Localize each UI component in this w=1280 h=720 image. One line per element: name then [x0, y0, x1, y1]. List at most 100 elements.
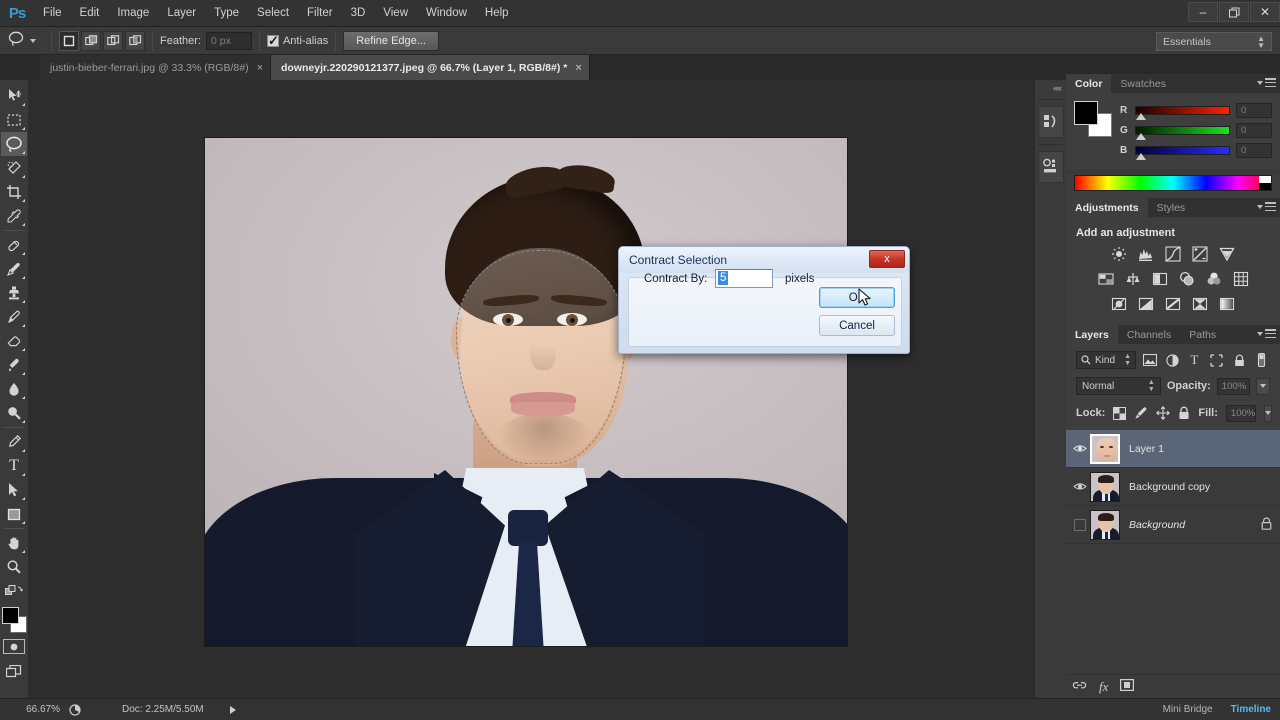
minimize-button[interactable]: –	[1188, 2, 1218, 22]
chevron-down-icon[interactable]	[30, 38, 36, 43]
foreground-color-swatch[interactable]	[1074, 101, 1098, 125]
layer-filter-kind-select[interactable]: Kind ▲ ▼	[1076, 351, 1137, 369]
channel-mixer-icon[interactable]	[1205, 270, 1223, 288]
menu-item-window[interactable]: Window	[417, 0, 476, 27]
slider-thumb[interactable]	[1136, 113, 1146, 120]
contract-by-input[interactable]: 5	[715, 269, 773, 288]
layer-name[interactable]: Layer 1	[1129, 443, 1164, 455]
layer-visibility-toggle[interactable]	[1070, 481, 1090, 492]
close-icon[interactable]: ×	[257, 62, 263, 74]
document-tab-justin-bieber[interactable]: justin-bieber-ferrari.jpg @ 33.3% (RGB/8…	[40, 55, 272, 80]
spot-healing-brush-tool[interactable]	[1, 233, 27, 257]
eraser-tool[interactable]	[1, 329, 27, 353]
cancel-button[interactable]: Cancel	[819, 315, 895, 336]
tool-preset-picker[interactable]	[8, 31, 44, 50]
menu-item-layer[interactable]: Layer	[158, 0, 205, 27]
exposure-icon[interactable]	[1191, 245, 1209, 263]
shape-layers-icon[interactable]	[1208, 351, 1225, 369]
layer-row-background-copy[interactable]: Background copy	[1066, 468, 1280, 506]
layer-row-background[interactable]: Background	[1066, 506, 1280, 544]
green-slider[interactable]	[1135, 126, 1230, 140]
color-panel-swatches[interactable]	[1074, 101, 1112, 137]
quick-selection-tool[interactable]	[1, 156, 27, 180]
hand-tool[interactable]	[1, 531, 27, 555]
gradient-tool[interactable]	[1, 353, 27, 377]
menu-item-filter[interactable]: Filter	[298, 0, 342, 27]
menu-item-image[interactable]: Image	[108, 0, 158, 27]
dialog-close-button[interactable]: x	[869, 250, 905, 268]
invert-icon[interactable]	[1110, 295, 1128, 313]
subtract-from-selection-button[interactable]	[103, 30, 123, 51]
workspace-selector[interactable]: Essentials ▲ ▼	[1156, 32, 1272, 51]
color-balance-icon[interactable]	[1124, 270, 1142, 288]
opacity-dropdown-button[interactable]	[1256, 377, 1270, 395]
layer-thumbnail[interactable]	[1090, 471, 1120, 502]
close-button[interactable]: ✕	[1250, 2, 1280, 22]
color-spectrum-bar[interactable]	[1074, 175, 1272, 191]
tab-timeline[interactable]: Timeline	[1222, 698, 1280, 720]
blue-value-input[interactable]: 0	[1236, 143, 1272, 158]
feather-input[interactable]: 0 px	[205, 31, 252, 50]
clone-stamp-tool[interactable]	[1, 281, 27, 305]
rectangular-marquee-tool[interactable]	[1, 108, 27, 132]
stepper-arrows-icon[interactable]: ▲ ▼	[1124, 353, 1131, 367]
menu-item-file[interactable]: File	[34, 0, 71, 27]
menu-item-select[interactable]: Select	[248, 0, 298, 27]
red-value-input[interactable]: 0	[1236, 103, 1272, 118]
stepper-arrows-icon[interactable]: ▲ ▼	[1148, 379, 1155, 393]
vibrance-icon[interactable]	[1218, 245, 1236, 263]
fx-icon[interactable]: fx	[1099, 679, 1108, 695]
color-swatches[interactable]	[1, 607, 27, 635]
layer-thumbnail[interactable]	[1090, 509, 1120, 540]
add-layer-mask-icon[interactable]	[1120, 679, 1135, 694]
slider-thumb[interactable]	[1136, 153, 1146, 160]
curves-icon[interactable]	[1164, 245, 1182, 263]
type-tool[interactable]: T	[1, 454, 27, 478]
history-brush-tool[interactable]	[1, 305, 27, 329]
blue-slider[interactable]	[1135, 146, 1230, 160]
blur-tool[interactable]	[1, 377, 27, 401]
selective-color-icon[interactable]	[1191, 295, 1209, 313]
foreground-color-swatch[interactable]	[2, 607, 19, 624]
restore-button[interactable]	[1219, 2, 1249, 22]
blend-mode-select[interactable]: Normal ▲ ▼	[1076, 377, 1161, 395]
screen-mode-button[interactable]	[1, 660, 27, 684]
menu-item-edit[interactable]: Edit	[71, 0, 109, 27]
photo-filter-icon[interactable]	[1178, 270, 1196, 288]
histogram-icon[interactable]	[1037, 151, 1064, 183]
lock-position-icon[interactable]	[1156, 404, 1171, 422]
layer-name[interactable]: Background copy	[1129, 481, 1210, 493]
path-selection-tool[interactable]	[1, 478, 27, 502]
pixel-layers-icon[interactable]	[1141, 351, 1158, 369]
antialias-checkbox-group[interactable]: Anti-alias	[266, 33, 328, 49]
close-icon[interactable]: ×	[575, 62, 581, 74]
dodge-tool[interactable]	[1, 401, 27, 425]
document-info-icon[interactable]	[64, 703, 86, 716]
opacity-input[interactable]: 100%	[1216, 377, 1251, 395]
mini-bridge-icon[interactable]	[1037, 106, 1064, 138]
adjustment-layers-icon[interactable]	[1163, 351, 1180, 369]
brightness-contrast-icon[interactable]	[1110, 245, 1128, 263]
menu-item-type[interactable]: Type	[205, 0, 248, 27]
layer-thumbnail[interactable]	[1090, 433, 1120, 464]
lock-transparent-pixels-icon[interactable]	[1113, 404, 1127, 422]
document-canvas[interactable]	[205, 138, 847, 646]
refine-edge-button[interactable]: Refine Edge...	[343, 30, 439, 51]
zoom-level-input[interactable]: 66.67%	[8, 704, 64, 715]
quick-mask-button[interactable]	[3, 639, 25, 654]
green-value-input[interactable]: 0	[1236, 123, 1272, 138]
hue-saturation-icon[interactable]	[1097, 270, 1115, 288]
menu-item-view[interactable]: View	[374, 0, 417, 27]
levels-icon[interactable]	[1137, 245, 1155, 263]
default-colors-toggle[interactable]	[1, 579, 27, 603]
pen-tool[interactable]	[1, 430, 27, 454]
move-tool[interactable]	[1, 84, 27, 108]
red-slider[interactable]	[1135, 106, 1230, 120]
ok-button[interactable]: OK	[819, 287, 895, 308]
color-lookup-icon[interactable]	[1232, 270, 1250, 288]
panel-menu-button[interactable]	[1257, 329, 1276, 338]
layer-visibility-toggle[interactable]	[1070, 443, 1090, 454]
tab-channels[interactable]: Channels	[1117, 325, 1181, 344]
type-layers-icon[interactable]: T	[1186, 351, 1203, 369]
status-menu-arrow-icon[interactable]	[229, 705, 236, 714]
